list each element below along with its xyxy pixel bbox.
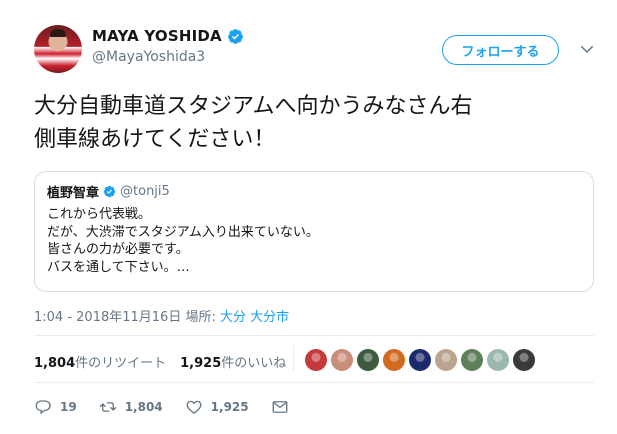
stats-separator: [293, 345, 294, 371]
author-display-name[interactable]: MAYA YOSHIDA: [92, 27, 244, 45]
tweet-meta: 1:04 - 2018年11月16日 場所: 大分 大分市: [34, 306, 289, 325]
quoted-tweet-header: 植野智章 @tonji5: [47, 182, 581, 201]
tweet-actions: 19 1,804 1,925: [34, 398, 319, 416]
verified-badge-icon: [103, 185, 116, 197]
liker-avatar-2[interactable]: [331, 349, 353, 371]
liker-avatar-4[interactable]: [383, 349, 405, 371]
likes-stat[interactable]: 1,925件のいいね: [180, 352, 286, 371]
quoted-display-name: 植野智章: [47, 185, 100, 201]
like-button[interactable]: 1,925: [185, 398, 249, 416]
chevron-down-icon[interactable]: [578, 40, 596, 58]
likes-stat-count: 1,925: [180, 356, 222, 371]
reply-count: 19: [60, 400, 77, 414]
tweet-stats: 1,804件のリツイート 1,925件のいいね: [34, 352, 286, 371]
tweet-text-line: 大分自動車道スタジアムへ向かうみなさん右: [34, 94, 473, 119]
place-label: 場所:: [185, 310, 216, 325]
tweet-text: 大分自動車道スタジアムへ向かうみなさん右 側車線あけてください！: [34, 90, 594, 156]
direct-message-button[interactable]: [271, 398, 297, 416]
author-name-block[interactable]: MAYA YOSHIDA @MayaYoshida3: [92, 27, 244, 65]
envelope-icon: [272, 401, 288, 413]
liker-avatar-3[interactable]: [357, 349, 379, 371]
liker-avatars: [305, 349, 539, 371]
like-count: 1,925: [210, 400, 249, 414]
liker-avatar-5[interactable]: [409, 349, 431, 371]
reply-button[interactable]: 19: [34, 398, 77, 416]
quoted-tweet[interactable]: 植野智章 @tonji5 これから代表戦。 だが、大渋滞でスタジアム入り出来てい…: [34, 171, 594, 292]
divider: [34, 335, 594, 336]
author-handle[interactable]: @MayaYoshida3: [92, 49, 244, 65]
retweets-stat[interactable]: 1,804件のリツイート: [34, 352, 166, 371]
retweets-stat-count: 1,804: [34, 356, 76, 371]
heart-icon: [186, 400, 202, 414]
tweet-text-line: 側車線あけてください！: [34, 127, 276, 152]
retweets-stat-label: 件のリツイート: [75, 356, 167, 371]
retweet-icon: [99, 402, 116, 412]
avatar-hair: [50, 29, 66, 37]
reply-icon: [35, 400, 51, 415]
retweet-count: 1,804: [124, 400, 163, 414]
retweet-button[interactable]: 1,804: [99, 398, 163, 416]
author-display-name-text: MAYA YOSHIDA: [92, 27, 222, 45]
quoted-text-line: これから代表戦。: [47, 207, 152, 222]
divider: [34, 382, 594, 383]
liker-avatar-1[interactable]: [305, 349, 327, 371]
quoted-text-line: だが、大渋滞でスタジアム入り出来ていない。: [47, 224, 319, 240]
likes-stat-label: 件のいいね: [221, 356, 287, 371]
quoted-tweet-body: これから代表戦。 だが、大渋滞でスタジアム入り出来ていない。 皆さんの力が必要で…: [47, 206, 581, 276]
quoted-text-line: バスを通して下さい。…: [47, 259, 190, 275]
liker-avatar-7[interactable]: [461, 349, 483, 371]
liker-avatar-6[interactable]: [435, 349, 457, 371]
quoted-handle: @tonji5: [120, 183, 170, 199]
tweet-timestamp[interactable]: 1:04 - 2018年11月16日: [34, 310, 181, 325]
quoted-text-line: 皆さんの力が必要です。: [47, 242, 189, 257]
place-link[interactable]: 大分 大分市: [220, 310, 289, 325]
liker-avatar-9[interactable]: [513, 349, 535, 371]
verified-badge-icon: [227, 28, 243, 44]
liker-avatar-8[interactable]: [487, 349, 509, 371]
follow-button[interactable]: フォローする: [442, 35, 559, 65]
author-avatar[interactable]: [34, 25, 82, 73]
